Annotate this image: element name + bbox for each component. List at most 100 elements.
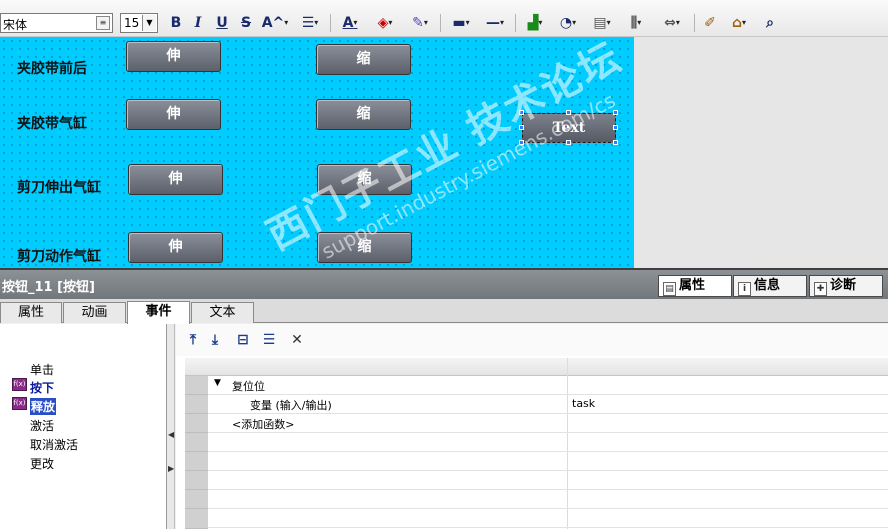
collapse-left-icon[interactable]: ◀ (168, 430, 174, 440)
property-subtabs: 属性 动画 事件 文本 (0, 299, 888, 324)
subtab-animation[interactable]: 动画 (63, 302, 126, 323)
inspector-header: 按钮_11 [按钮] ▤ 属性 i 信息 ✚ 诊断 (0, 268, 888, 299)
table-row (208, 471, 888, 490)
resize-handle[interactable] (566, 140, 571, 145)
move-up-icon[interactable]: ⤒ (184, 331, 202, 349)
properties-icon: ▤ (663, 282, 676, 296)
tab-info[interactable]: i 信息 (733, 275, 807, 297)
chevron-down-icon[interactable]: ▼ (142, 15, 156, 31)
event-release[interactable]: 释放 (30, 398, 57, 415)
rotate-icon[interactable]: ◔▾ (554, 12, 582, 34)
resize-handle[interactable] (613, 140, 618, 145)
tab-properties-label: 属性 (679, 278, 706, 293)
subtab-properties[interactable]: 属性 (0, 302, 62, 323)
table-row[interactable]: ▼ 复位位 (208, 376, 888, 395)
delete-icon[interactable]: ✕ (288, 331, 306, 349)
folder-icon[interactable]: ⊟ (234, 331, 252, 349)
line-style-icon[interactable]: —▾ (480, 12, 510, 34)
retract-button-1[interactable]: 缩 (316, 44, 411, 75)
layers-icon[interactable]: ⌂▾ (724, 12, 754, 34)
event-activate[interactable]: 激活 (30, 417, 54, 434)
label-scissor-action-cylinder: 剪刀动作气缸 (17, 249, 101, 265)
row-header (185, 509, 208, 529)
italic-button[interactable]: I (189, 12, 207, 34)
extend-button-2[interactable]: 伸 (126, 99, 221, 130)
align-icon[interactable]: ☰▾ (295, 12, 325, 34)
bold-button[interactable]: B (167, 12, 185, 34)
extend-button-1[interactable]: 伸 (126, 41, 221, 72)
tab-properties[interactable]: ▤ 属性 (658, 275, 732, 297)
table-row[interactable]: 变量 (输入/输出) task (208, 395, 888, 414)
add-function[interactable]: <添加函数> (232, 416, 294, 432)
panel-splitter[interactable]: ◀ ▶ (167, 324, 175, 529)
line-color-icon[interactable]: ✎▾ (405, 12, 435, 34)
event-click[interactable]: 单击 (30, 361, 54, 378)
row-header (185, 414, 208, 433)
superscript-label: A^ (261, 15, 285, 31)
extend-button-4[interactable]: 伸 (128, 232, 223, 263)
event-change[interactable]: 更改 (30, 455, 54, 472)
resize-handle[interactable] (566, 110, 571, 115)
format-painter-icon[interactable]: ✐ (700, 12, 720, 34)
font-color-label: A (342, 15, 354, 31)
retract-button-2[interactable]: 缩 (316, 99, 411, 130)
row-header (185, 395, 208, 414)
resize-handle[interactable] (613, 110, 618, 115)
move-down-icon[interactable]: ⤓ (206, 331, 224, 349)
superscript-button[interactable]: A^▾ (260, 12, 290, 34)
row-header (185, 471, 208, 490)
resize-handle[interactable] (519, 110, 524, 115)
list-icon[interactable]: ≡ (96, 16, 110, 30)
toolbar-divider (515, 14, 516, 32)
expand-right-icon[interactable]: ▶ (168, 464, 174, 474)
line-width-icon[interactable]: ▬▾ (446, 12, 476, 34)
tab-diagnostics-label: 诊断 (830, 278, 857, 293)
param-value[interactable]: task (572, 397, 595, 410)
retract-button-3[interactable]: 缩 (317, 164, 412, 195)
resize-handle[interactable] (519, 140, 524, 145)
function-list-icon: f(x) (12, 397, 27, 410)
resize-handle[interactable] (613, 125, 618, 130)
font-color-button[interactable]: A▾ (335, 12, 365, 34)
function-grid: ▼ 复位位 变量 (输入/输出) task <添加函数> (185, 358, 888, 529)
event-press[interactable]: 按下 (30, 379, 54, 396)
zoom-icon[interactable]: ⌕ (760, 12, 780, 34)
font-size-value: 15 (124, 16, 140, 30)
row-header (185, 433, 208, 452)
table-row[interactable]: <添加函数> (208, 414, 888, 433)
font-size-combobox[interactable]: 15 ▼ (120, 13, 158, 33)
toolbar-divider (440, 14, 441, 32)
distribute-icon[interactable]: ⫼▾ (622, 12, 650, 34)
function-list-panel: ⤒ ⤓ ⊟ ☰ ✕ ▼ 复位位 变量 (输入/输出) task <添加函数> (176, 324, 888, 529)
align-objects-icon[interactable]: ▤▾ (588, 12, 616, 34)
font-name-combobox[interactable]: 宋体 ≡ (0, 13, 113, 33)
label-clamp-cylinder: 夹胶带气缸 (17, 116, 87, 132)
subtab-events[interactable]: 事件 (127, 301, 190, 324)
fill-color-icon[interactable]: ◈▾ (370, 12, 400, 34)
label-scissor-extend-cylinder: 剪刀伸出气缸 (17, 180, 101, 196)
selected-text-button[interactable]: Text (522, 113, 616, 143)
underline-button[interactable]: U (213, 12, 231, 34)
row-header (185, 376, 208, 395)
retract-button-4[interactable]: 缩 (317, 232, 412, 263)
row-header (185, 490, 208, 509)
info-icon: i (738, 282, 751, 296)
font-name-value: 宋体 (3, 18, 28, 32)
extend-button-3[interactable]: 伸 (128, 164, 223, 195)
resize-handle[interactable] (519, 125, 524, 130)
inspector-title: 按钮_11 [按钮] (2, 280, 95, 295)
tab-info-label: 信息 (754, 278, 781, 293)
function-name: 复位位 (232, 380, 265, 393)
tab-diagnostics[interactable]: ✚ 诊断 (809, 275, 883, 297)
label-clamp-front-back: 夹胶带前后 (17, 61, 87, 77)
bring-front-icon[interactable]: ▟▾ (521, 12, 549, 34)
param-name: 变量 (输入/输出) (250, 399, 332, 412)
screen-canvas[interactable]: 夹胶带前后 夹胶带气缸 剪刀伸出气缸 剪刀动作气缸 伸 缩 伸 缩 伸 缩 伸 … (0, 37, 634, 268)
strikethrough-button[interactable]: S (237, 12, 255, 34)
list-icon[interactable]: ☰ (260, 331, 278, 349)
expand-triangle-icon[interactable]: ▼ (214, 378, 221, 388)
toolbar-divider (694, 14, 695, 32)
same-size-icon[interactable]: ⇔▾ (658, 12, 686, 34)
subtab-text[interactable]: 文本 (191, 302, 254, 323)
event-deactivate[interactable]: 取消激活 (30, 436, 78, 453)
